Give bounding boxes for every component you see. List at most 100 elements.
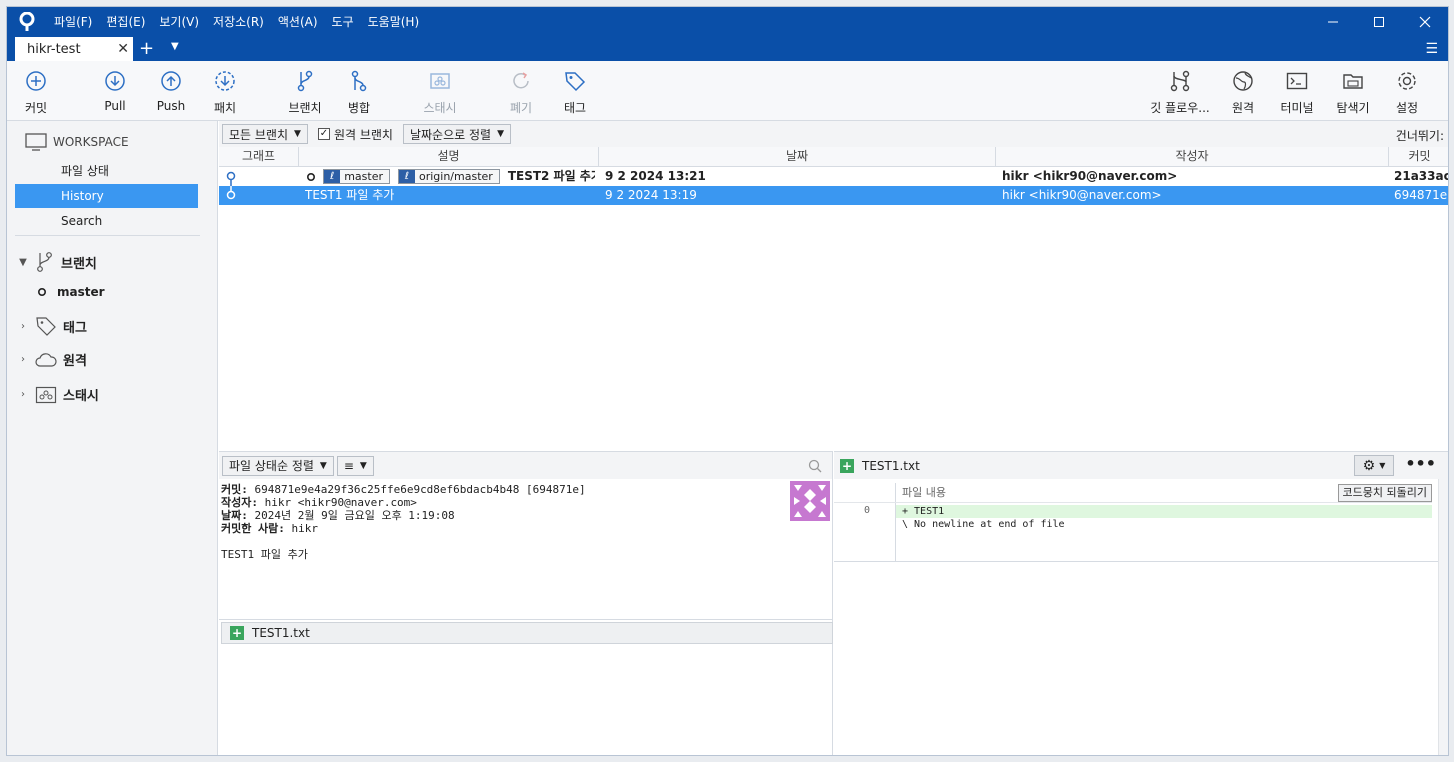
menu-repository[interactable]: 저장소(R) xyxy=(206,7,271,37)
sidebar-section-branches[interactable]: ▼ 브랜치 xyxy=(17,251,97,273)
search-icon[interactable] xyxy=(808,459,822,473)
date-value: 2024년 2월 9일 금요일 오후 1:19:08 xyxy=(254,509,455,522)
diff-divider xyxy=(834,561,1448,562)
monitor-icon xyxy=(25,133,47,151)
tab-hikr-test[interactable]: hikr-test ✕ xyxy=(15,37,133,61)
terminal-button[interactable]: 터미널 xyxy=(1267,69,1327,116)
tag-button[interactable]: 태그 xyxy=(545,69,605,116)
view-mode-dropdown[interactable]: ≡ ▼ xyxy=(336,455,374,476)
branch-tag-master[interactable]: ℓ master xyxy=(323,169,390,184)
git-flow-icon xyxy=(1168,69,1192,93)
git-flow-label: 깃 플로우... xyxy=(1150,101,1210,115)
hamburger-menu-icon[interactable]: ☰ xyxy=(1425,41,1438,57)
menu-edit[interactable]: 편집(E) xyxy=(99,7,152,37)
commit-message-body: TEST1 파일 추가 xyxy=(221,548,308,561)
app-logo-icon xyxy=(7,7,47,37)
add-tab-icon[interactable]: + xyxy=(139,39,154,59)
gutter-header xyxy=(834,483,896,503)
line-number-gutter: 0 xyxy=(834,483,896,561)
sidebar-item-search[interactable]: Search xyxy=(15,209,198,233)
diff-scrollbar[interactable] xyxy=(1438,479,1448,755)
sidebar-item-file-status[interactable]: 파일 상태 xyxy=(15,159,198,183)
diff-view: 0 파일 내용 코드뭉치 되돌리기 + TEST1 \ No newline a… xyxy=(834,479,1448,755)
gear-icon: ⚙ xyxy=(1362,457,1376,474)
close-tab-icon[interactable]: ✕ xyxy=(117,41,129,57)
sidebar-section-tags[interactable]: › 태그 xyxy=(17,315,87,337)
menu-tools[interactable]: 도구 xyxy=(325,7,361,37)
sidebar-branch-master[interactable]: master xyxy=(37,285,105,299)
merge-button[interactable]: 병합 xyxy=(329,69,389,116)
column-description[interactable]: 설명 xyxy=(299,147,599,167)
toolbar: 커밋 Pull Push 패치 브랜치 병합 스태시 폐기 태그 깃 플로우..… xyxy=(7,61,1448,121)
sidebar-item-history[interactable]: History xyxy=(15,184,198,208)
discard-button[interactable]: 폐기 xyxy=(491,69,551,116)
folder-icon xyxy=(1341,69,1365,93)
branch-icon xyxy=(37,252,52,272)
more-options-icon[interactable]: ••• xyxy=(1405,454,1436,473)
menu-file[interactable]: 파일(F) xyxy=(47,7,99,37)
sidebar-section-remotes[interactable]: › 원격 xyxy=(17,350,87,369)
push-button[interactable]: Push xyxy=(141,69,201,113)
discard-label: 폐기 xyxy=(509,101,533,115)
branch-filter-dropdown[interactable]: 모든 브랜치 ▼ xyxy=(222,124,308,144)
column-graph[interactable]: 그래프 xyxy=(219,147,299,167)
menu-help[interactable]: 도움말(H) xyxy=(361,7,427,37)
stash-button[interactable]: 스태시 xyxy=(410,69,470,116)
menu-actions[interactable]: 액션(A) xyxy=(271,7,325,37)
merge-label: 병합 xyxy=(347,101,371,115)
commit-button[interactable]: 커밋 xyxy=(7,69,66,116)
committer-label: 커밋한 사람: xyxy=(221,522,285,535)
chevron-down-icon: ▼ xyxy=(497,129,504,139)
tab-dropdown-icon[interactable]: ▼ xyxy=(171,41,179,52)
column-author[interactable]: 작성자 xyxy=(996,147,1389,167)
menu-view[interactable]: 보기(V) xyxy=(152,7,206,37)
maximize-button[interactable] xyxy=(1356,7,1402,37)
sidebar-divider xyxy=(15,235,200,236)
settings-button[interactable]: 설정 xyxy=(1377,69,1437,116)
menu-bar: 파일(F) 편집(E) 보기(V) 저장소(R) 액션(A) 도구 도움말(H) xyxy=(47,7,426,37)
table-row[interactable]: TEST1 파일 추가 9 2 2024 13:19 hikr <hikr90@… xyxy=(219,186,1448,205)
branch-tag-label: master xyxy=(344,170,383,183)
remote-button[interactable]: 원격 xyxy=(1213,69,1273,116)
file-sort-dropdown[interactable]: 파일 상태순 정렬 ▼ xyxy=(222,455,334,476)
patch-label: 패치 xyxy=(213,101,237,115)
author-value: hikr <hikr90@naver.com> xyxy=(264,496,417,509)
commit-author: hikr <hikr90@naver.com> xyxy=(1002,169,1178,183)
push-label: Push xyxy=(156,99,186,113)
branch-tag-origin-master[interactable]: ℓ origin/master xyxy=(397,169,500,184)
revert-hunk-button[interactable]: 코드뭉치 되돌리기 xyxy=(1337,484,1432,502)
commit-date: 9 2 2024 13:19 xyxy=(605,188,697,202)
git-flow-button[interactable]: 깃 플로우... xyxy=(1150,69,1210,116)
branch-icon: ℓ xyxy=(398,170,415,183)
sort-order-dropdown[interactable]: 날짜순으로 정렬 ▼ xyxy=(402,124,511,144)
settings-label: 설정 xyxy=(1395,101,1419,115)
chevron-down-icon: ▼ xyxy=(319,460,327,471)
column-date[interactable]: 날짜 xyxy=(599,147,996,167)
sidebar-section-stashes[interactable]: › 스태시 xyxy=(17,385,99,404)
table-row[interactable]: ℓ master ℓ origin/master TEST2 파일 추가 9 2 202… xyxy=(219,167,1448,186)
branch-button[interactable]: 브랜치 xyxy=(275,69,335,116)
committer-line: 커밋한 사람: hikr xyxy=(221,522,830,535)
commit-author: hikr <hikr90@naver.com> xyxy=(1002,188,1162,202)
workspace-label: WORKSPACE xyxy=(53,135,129,149)
remote-branches-checkbox[interactable]: ✓ 원격 브랜치 xyxy=(317,126,393,143)
chevron-down-icon: ▼ xyxy=(1379,461,1386,470)
minimize-button[interactable] xyxy=(1310,7,1356,37)
explorer-button[interactable]: 탐색기 xyxy=(1323,69,1383,116)
tab-title: hikr-test xyxy=(27,41,81,57)
column-commit[interactable]: 커밋 xyxy=(1389,147,1448,167)
tags-label: 태그 xyxy=(63,320,87,336)
skip-label: 건너뛰기: xyxy=(1395,129,1444,143)
patch-button[interactable]: 패치 xyxy=(195,69,255,116)
close-window-button[interactable] xyxy=(1402,7,1448,37)
explorer-label: 탐색기 xyxy=(1336,101,1370,115)
diff-added-line: + TEST1 xyxy=(896,505,1432,518)
pull-button[interactable]: Pull xyxy=(85,69,145,113)
diff-options-button[interactable]: ⚙ ▼ xyxy=(1354,455,1394,476)
list-item[interactable]: + TEST1.txt xyxy=(221,622,833,644)
commit-icon xyxy=(24,69,48,93)
branch-master-label: master xyxy=(57,285,105,299)
file-added-icon: + xyxy=(840,458,854,473)
diff-toolbar: + TEST1.txt ⚙ ▼ ••• xyxy=(834,451,1448,479)
checkmark-icon: ✓ xyxy=(317,128,330,140)
